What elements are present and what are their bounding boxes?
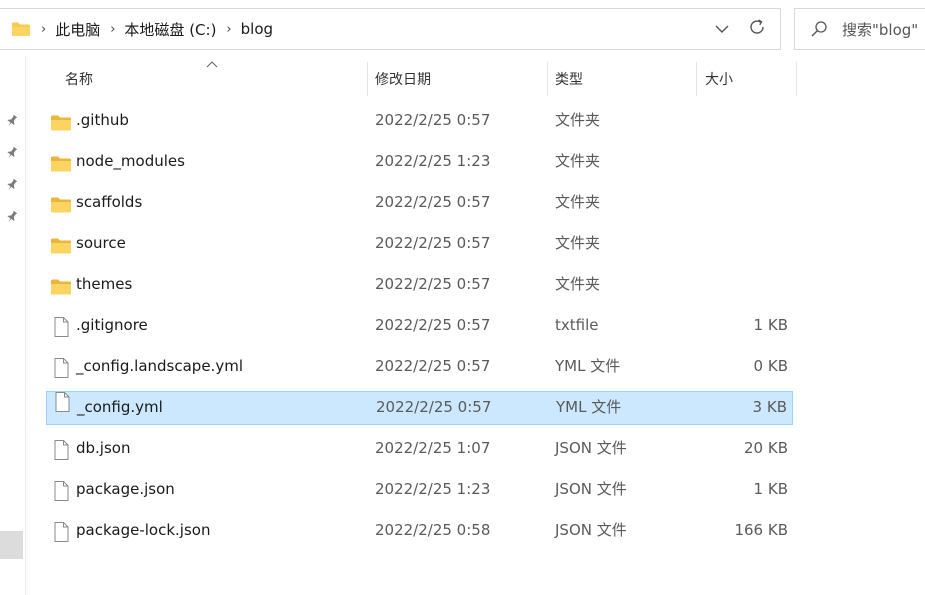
file-size: 1 KB — [753, 480, 788, 498]
file-name: scaffolds — [76, 193, 143, 211]
column-divider[interactable] — [796, 62, 797, 96]
file-type: JSON 文件 — [555, 480, 627, 498]
file-type: 文件夹 — [555, 111, 601, 129]
file-row[interactable]: source 2022/2/25 0:57 文件夹 — [46, 227, 793, 261]
folder-icon — [50, 275, 72, 295]
file-type: 文件夹 — [555, 152, 601, 170]
file-name: source — [76, 234, 126, 252]
scrollbar-thumb[interactable] — [0, 531, 23, 559]
file-date-modified: 2022/2/25 0:57 — [375, 111, 491, 129]
file-size: 1 KB — [753, 316, 788, 334]
file-row[interactable]: node_modules 2022/2/25 1:23 文件夹 — [46, 145, 793, 179]
file-name: _config.yml — [77, 398, 163, 416]
file-name: package.json — [76, 480, 175, 498]
file-row[interactable]: .gitignore 2022/2/25 0:57 txtfile 1 KB — [46, 309, 793, 343]
folder-icon — [50, 193, 72, 213]
chevron-down-icon[interactable] — [712, 20, 732, 38]
pin-icon — [6, 178, 18, 192]
search-icon — [810, 20, 828, 38]
column-header-name[interactable]: 名称 — [65, 62, 93, 96]
file-icon — [50, 316, 72, 337]
breadcrumb-local-disk[interactable]: 本地磁盘 (C:) — [124, 19, 216, 40]
folder-icon — [11, 21, 31, 37]
column-divider[interactable] — [696, 62, 697, 96]
chevron-right-icon[interactable]: › — [226, 22, 231, 37]
folder-icon — [50, 234, 72, 254]
file-row[interactable]: _config.yml 2022/2/25 0:57 YML 文件 3 KB — [46, 391, 793, 425]
pane-divider — [25, 56, 26, 595]
file-type: 文件夹 — [555, 193, 601, 211]
file-date-modified: 2022/2/25 1:23 — [375, 152, 491, 170]
file-date-modified: 2022/2/25 0:57 — [375, 357, 491, 375]
chevron-right-icon[interactable]: › — [110, 22, 115, 37]
file-date-modified: 2022/2/25 1:23 — [375, 480, 491, 498]
file-type: 文件夹 — [555, 275, 601, 293]
file-icon — [50, 439, 72, 460]
breadcrumb-this-pc[interactable]: 此电脑 — [55, 19, 100, 40]
file-name: .github — [76, 111, 129, 129]
file-type: txtfile — [555, 316, 599, 334]
file-icon — [51, 391, 73, 412]
file-row[interactable]: package-lock.json 2022/2/25 0:58 JSON 文件 16… — [46, 514, 793, 548]
file-name: _config.landscape.yml — [76, 357, 243, 375]
file-name: package-lock.json — [76, 521, 211, 539]
search-input[interactable]: 搜索"blog" — [794, 8, 925, 50]
pin-icon — [6, 114, 18, 128]
column-header-type[interactable]: 类型 — [555, 62, 583, 96]
file-date-modified: 2022/2/25 0:57 — [376, 398, 492, 416]
file-row[interactable]: scaffolds 2022/2/25 0:57 文件夹 — [46, 186, 793, 220]
file-type: 文件夹 — [555, 234, 601, 252]
file-date-modified: 2022/2/25 0:57 — [375, 193, 491, 211]
breadcrumb-blog[interactable]: blog — [241, 20, 273, 38]
file-date-modified: 2022/2/25 0:57 — [375, 275, 491, 293]
file-date-modified: 2022/2/25 0:58 — [375, 521, 491, 539]
pin-icon — [6, 210, 18, 224]
address-bar[interactable]: › 此电脑 › 本地磁盘 (C:) › blog — [0, 8, 781, 50]
file-date-modified: 2022/2/25 0:57 — [375, 316, 491, 334]
file-type: YML 文件 — [555, 357, 621, 375]
file-type: JSON 文件 — [555, 439, 627, 457]
file-date-modified: 2022/2/25 1:07 — [375, 439, 491, 457]
file-size: 3 KB — [752, 398, 787, 416]
file-size: 0 KB — [753, 357, 788, 375]
file-icon — [50, 521, 72, 542]
folder-icon — [50, 152, 72, 172]
file-icon — [50, 480, 72, 501]
file-name: themes — [76, 275, 133, 293]
file-size: 20 KB — [744, 439, 788, 457]
chevron-right-icon[interactable]: › — [41, 22, 46, 37]
file-row[interactable]: themes 2022/2/25 0:57 文件夹 — [46, 268, 793, 302]
pin-icon — [6, 146, 18, 160]
file-size: 166 KB — [734, 521, 788, 539]
file-row[interactable]: db.json 2022/2/25 1:07 JSON 文件 20 KB — [46, 432, 793, 466]
column-header-size[interactable]: 大小 — [705, 62, 733, 96]
file-name: .gitignore — [76, 316, 148, 334]
file-type: YML 文件 — [556, 398, 622, 416]
navigation-pane[interactable] — [0, 56, 24, 595]
file-row[interactable]: package.json 2022/2/25 1:23 JSON 文件 1 KB — [46, 473, 793, 507]
search-placeholder: 搜索"blog" — [842, 20, 919, 39]
file-row[interactable]: .github 2022/2/25 0:57 文件夹 — [46, 104, 793, 138]
column-header-date[interactable]: 修改日期 — [375, 62, 431, 96]
file-date-modified: 2022/2/25 0:57 — [375, 234, 491, 252]
file-type: JSON 文件 — [555, 521, 627, 539]
refresh-icon[interactable] — [746, 18, 768, 41]
folder-icon — [50, 111, 72, 131]
file-name: db.json — [76, 439, 131, 457]
column-divider[interactable] — [547, 62, 548, 96]
file-name: node_modules — [76, 152, 185, 170]
file-row[interactable]: _config.landscape.yml 2022/2/25 0:57 YML 文… — [46, 350, 793, 384]
sort-ascending-icon — [206, 58, 218, 71]
column-divider[interactable] — [367, 62, 368, 96]
file-icon — [50, 357, 72, 378]
